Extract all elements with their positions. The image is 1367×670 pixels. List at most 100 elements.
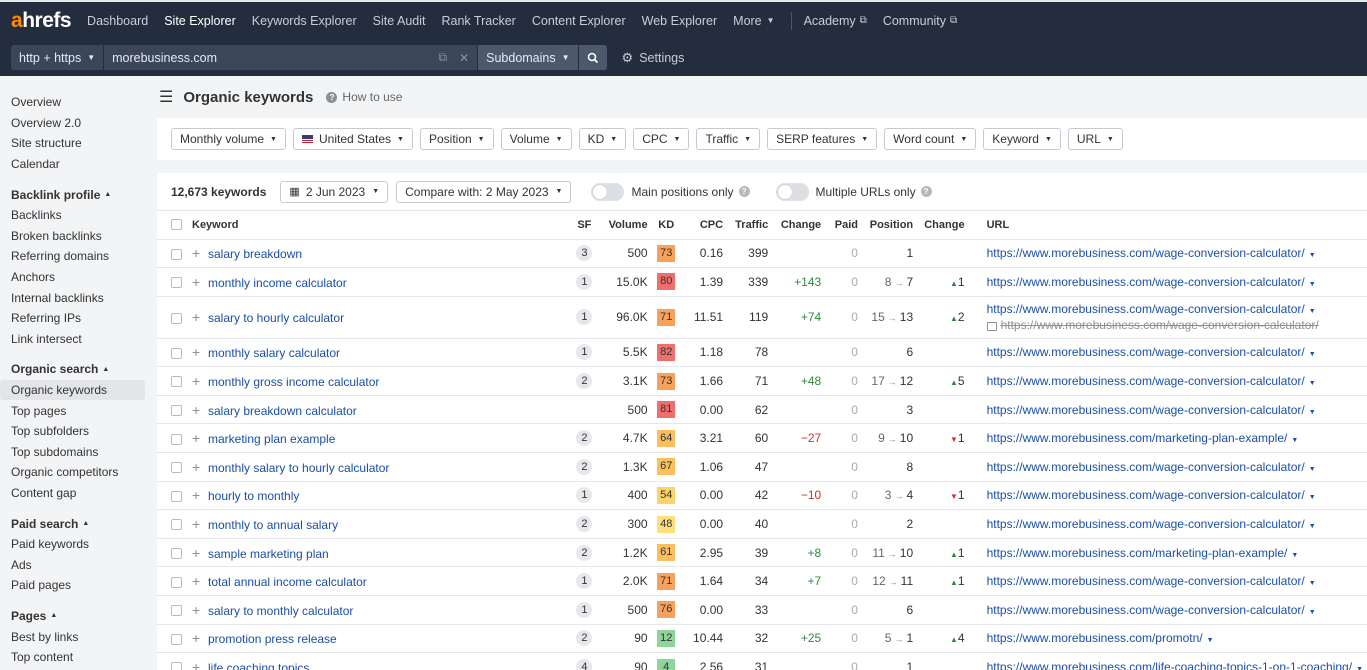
col-cpc[interactable]: CPC	[680, 211, 728, 240]
serp-features-badge[interactable]: 4	[576, 659, 593, 670]
sidebar-item-top-subfolders[interactable]: Top subfolders	[0, 421, 145, 442]
compare-picker[interactable]: Compare with: 2 May 2023 ▼	[396, 180, 572, 203]
url-link[interactable]: https://www.morebusiness.com/wage-conver…	[987, 302, 1305, 316]
add-to-list-icon[interactable]: +	[192, 245, 200, 261]
row-checkbox[interactable]	[171, 633, 182, 645]
url-link[interactable]: https://www.morebusiness.com/wage-conver…	[987, 403, 1305, 417]
row-checkbox[interactable]	[171, 576, 182, 588]
serp-features-badge[interactable]: 1	[576, 273, 593, 290]
keyword-link[interactable]: monthly salary to hourly calculator	[208, 461, 389, 475]
row-checkbox[interactable]	[171, 462, 182, 474]
add-to-list-icon[interactable]: +	[192, 573, 200, 589]
filter-cpc[interactable]: CPC ▼	[633, 128, 690, 150]
serp-features-badge[interactable]: 2	[576, 430, 593, 447]
sidebar-item-top-pages[interactable]: Top pages	[0, 400, 145, 421]
serp-features-badge[interactable]: 2	[576, 516, 593, 533]
row-checkbox[interactable]	[171, 347, 182, 359]
url-link[interactable]: https://www.morebusiness.com/wage-conver…	[987, 246, 1305, 260]
serp-features-badge[interactable]: 3	[576, 245, 593, 262]
keyword-link[interactable]: salary to hourly calculator	[208, 311, 344, 325]
sidebar-item-referring-ips[interactable]: Referring IPs	[0, 308, 145, 329]
keyword-link[interactable]: monthly salary calculator	[208, 346, 340, 360]
sidebar-item-internal-backlinks[interactable]: Internal backlinks	[0, 287, 145, 308]
url-link[interactable]: https://www.morebusiness.com/life-coachi…	[987, 660, 1353, 670]
help-icon[interactable]: ?	[738, 186, 750, 197]
nav-item-rank-tracker[interactable]: Rank Tracker	[442, 14, 516, 28]
nav-item-site-explorer[interactable]: Site Explorer	[164, 14, 236, 28]
url-link[interactable]: https://www.morebusiness.com/marketing-p…	[987, 431, 1288, 445]
add-to-list-icon[interactable]: +	[192, 430, 200, 446]
search-button[interactable]	[578, 45, 607, 70]
row-checkbox[interactable]	[171, 277, 182, 289]
serp-features-badge[interactable]: 2	[576, 373, 593, 390]
serp-features-badge[interactable]: 1	[576, 601, 593, 618]
sidebar-item-paid-keywords[interactable]: Paid keywords	[0, 534, 145, 555]
row-checkbox[interactable]	[171, 248, 182, 260]
keyword-link[interactable]: life coaching topics	[208, 661, 309, 670]
date-picker[interactable]: ▦ 2 Jun 2023 ▼	[280, 180, 389, 203]
clear-icon[interactable]: ✕	[459, 51, 469, 65]
row-checkbox[interactable]	[171, 519, 182, 531]
filter-kd[interactable]: KD ▼	[578, 128, 627, 150]
chevron-down-icon[interactable]: ▼	[1291, 437, 1298, 444]
add-to-list-icon[interactable]: +	[192, 630, 200, 646]
url-link[interactable]: https://www.morebusiness.com/wage-conver…	[987, 603, 1305, 617]
multiple-urls-toggle[interactable]	[775, 182, 809, 201]
filter-traffic[interactable]: Traffic ▼	[696, 128, 761, 150]
serp-features-badge[interactable]: 1	[576, 573, 593, 590]
ahrefs-logo[interactable]: a hrefs	[11, 9, 72, 33]
chevron-down-icon[interactable]: ▼	[1309, 523, 1316, 530]
sidebar-item-link-intersect[interactable]: Link intersect	[0, 329, 145, 350]
sidebar-section-backlink_head[interactable]: Backlink profile ▲	[0, 184, 157, 205]
url-link[interactable]: https://www.morebusiness.com/wage-conver…	[987, 460, 1305, 474]
keyword-link[interactable]: monthly income calculator	[208, 276, 347, 290]
row-checkbox[interactable]	[171, 490, 182, 502]
sidebar-item-calendar[interactable]: Calendar	[0, 154, 145, 175]
help-icon[interactable]: ?	[920, 186, 932, 197]
settings-button[interactable]: ⚙ Settings	[622, 50, 685, 66]
sidebar-item-paid-pages[interactable]: Paid pages	[0, 575, 145, 596]
add-to-list-icon[interactable]: +	[192, 402, 200, 418]
nav-item-more[interactable]: More ▼	[733, 14, 774, 28]
nav-item-community[interactable]: Community ⧉	[883, 14, 957, 28]
url-link[interactable]: https://www.morebusiness.com/marketing-p…	[987, 546, 1288, 560]
add-to-list-icon[interactable]: +	[192, 373, 200, 389]
row-checkbox[interactable]	[171, 405, 182, 416]
keyword-link[interactable]: salary breakdown calculator	[208, 404, 357, 418]
nav-item-site-audit[interactable]: Site Audit	[373, 14, 426, 28]
col-volume[interactable]: Volume	[600, 211, 652, 240]
chevron-down-icon[interactable]: ▼	[1309, 580, 1316, 587]
keyword-link[interactable]: marketing plan example	[208, 432, 335, 446]
add-to-list-icon[interactable]: +	[192, 602, 200, 618]
sidebar-item-overview[interactable]: Overview	[0, 92, 145, 113]
add-to-list-icon[interactable]: +	[192, 459, 200, 475]
row-checkbox[interactable]	[171, 605, 182, 617]
select-all-checkbox[interactable]	[171, 219, 182, 231]
nav-item-content-explorer[interactable]: Content Explorer	[532, 14, 626, 28]
chevron-down-icon[interactable]: ▼	[1309, 252, 1316, 259]
row-checkbox[interactable]	[171, 376, 182, 388]
filter-url[interactable]: URL ▼	[1067, 128, 1123, 150]
chevron-down-icon[interactable]: ▼	[1309, 308, 1316, 315]
chevron-down-icon[interactable]: ▼	[1309, 380, 1316, 387]
sidebar-item-referring-domains[interactable]: Referring domains	[0, 246, 145, 267]
col-kd[interactable]: KD	[651, 211, 681, 240]
col-sf[interactable]: SF	[568, 211, 601, 240]
col-keyword[interactable]: Keyword	[186, 211, 569, 240]
filter-position[interactable]: Position ▼	[419, 128, 494, 150]
add-to-list-icon[interactable]: +	[192, 659, 200, 670]
sidebar-item-organic-competitors[interactable]: Organic competitors	[0, 462, 145, 483]
row-checkbox[interactable]	[171, 547, 182, 559]
url-link[interactable]: https://www.morebusiness.com/wage-conver…	[987, 488, 1305, 502]
add-to-list-icon[interactable]: +	[192, 516, 200, 532]
url-link[interactable]: https://www.morebusiness.com/wage-conver…	[987, 374, 1305, 388]
sidebar-item-anchors[interactable]: Anchors	[0, 267, 145, 288]
url-link[interactable]: https://www.morebusiness.com/wage-conver…	[987, 275, 1305, 289]
keyword-link[interactable]: promotion press release	[208, 632, 337, 646]
sidebar-item-content-gap[interactable]: Content gap	[0, 483, 145, 504]
serp-features-badge[interactable]: 2	[576, 458, 593, 475]
sidebar-item-top-content[interactable]: Top content	[0, 647, 145, 668]
url-link[interactable]: https://www.morebusiness.com/wage-conver…	[987, 517, 1305, 531]
col-paid[interactable]: Paid	[825, 211, 862, 240]
url-link[interactable]: https://www.morebusiness.com/promotn/	[987, 631, 1203, 645]
